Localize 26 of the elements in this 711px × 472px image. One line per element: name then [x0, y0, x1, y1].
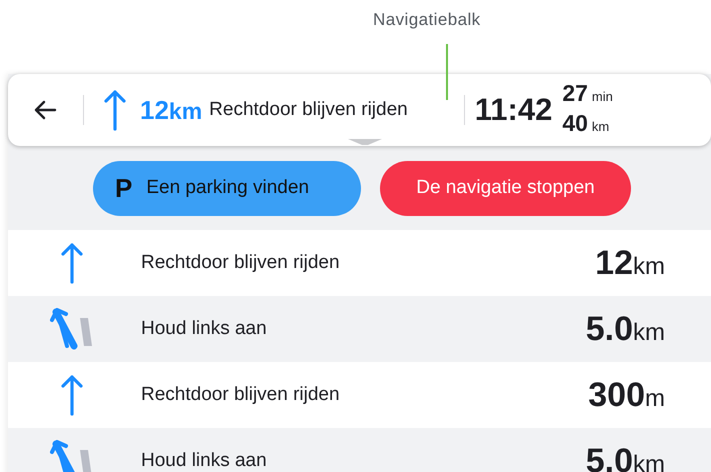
- straight-arrow-icon: [104, 89, 126, 131]
- step-instruction: Rechtdoor blijven rijden: [141, 250, 341, 275]
- button-label: Een parking vinden: [146, 176, 310, 200]
- keep-left-icon: [50, 308, 94, 350]
- leader-line: [446, 44, 448, 100]
- arrival-time: 11:42: [474, 90, 552, 129]
- step-distance: 300m: [588, 374, 665, 416]
- step-instruction: Houd links aan: [141, 448, 268, 472]
- step-distance: 5.0km: [586, 308, 665, 350]
- find-parking-button[interactable]: P Een parking vinden: [93, 160, 361, 216]
- parking-icon: P: [115, 168, 132, 208]
- straight-arrow-icon: [60, 242, 82, 284]
- step-distance: 5.0km: [586, 440, 665, 472]
- step-instruction: Rechtdoor blijven rijden: [141, 382, 341, 407]
- maneuver-instruction: Rechtdoor blijven rijden: [209, 98, 408, 122]
- pull-handle-icon[interactable]: [348, 139, 382, 145]
- stop-navigation-button[interactable]: De navigatie stoppen: [380, 160, 631, 216]
- remaining-distance: 40 km: [562, 110, 610, 138]
- maneuver-distance: 12km: [140, 94, 202, 126]
- step-instruction: Houd links aan: [141, 316, 268, 341]
- step-distance: 12km: [595, 242, 665, 284]
- callout-label: Navigatiebalk: [373, 9, 481, 31]
- keep-left-icon: [50, 440, 94, 472]
- remaining-time: 27 min: [562, 80, 613, 108]
- straight-arrow-icon: [60, 374, 82, 416]
- back-icon[interactable]: [33, 100, 57, 120]
